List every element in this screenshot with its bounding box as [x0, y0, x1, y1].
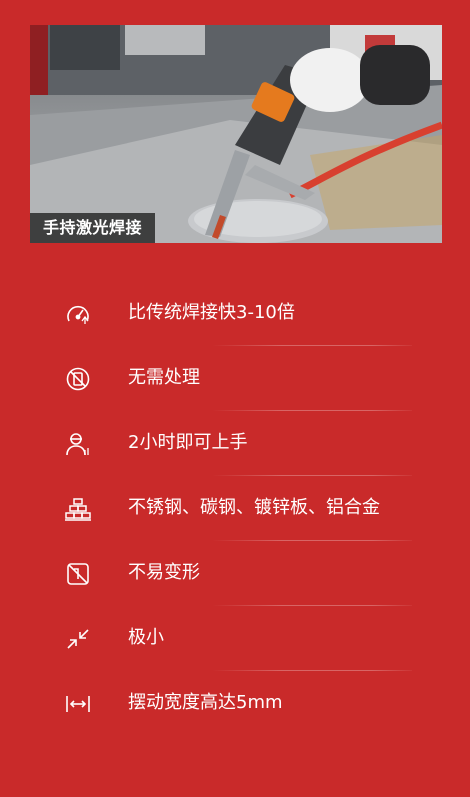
feature-label: 2小时即可上手: [128, 432, 248, 453]
speedometer-icon: [64, 301, 92, 327]
feature-item: 无需处理: [0, 346, 470, 411]
feature-list: 比传统焊接快3-10倍 无需处理 2小时即可上手 不锈钢、碳钢、镀锌板、铝合金 …: [0, 281, 470, 736]
feature-item: 摆动宽度高达5mm: [0, 671, 470, 736]
width-arrows-icon: [64, 691, 92, 717]
feature-item: 2小时即可上手: [0, 411, 470, 476]
feature-item: 比传统焊接快3-10倍: [0, 281, 470, 346]
shrink-arrows-icon: [64, 626, 92, 652]
metal-stack-icon: [64, 496, 92, 522]
feature-label: 不易变形: [128, 562, 200, 583]
hero-caption: 手持激光焊接: [30, 213, 156, 243]
no-treatment-icon: [64, 366, 92, 392]
feature-label: 摆动宽度高达5mm: [128, 692, 283, 713]
worker-icon: [64, 431, 92, 457]
feature-label: 极小: [128, 627, 164, 648]
feature-item: 不易变形: [0, 541, 470, 606]
welding-scene-image: [30, 25, 442, 243]
feature-item: 不锈钢、碳钢、镀锌板、铝合金: [0, 476, 470, 541]
feature-item: 极小: [0, 606, 470, 671]
no-deform-icon: [64, 561, 92, 587]
feature-label: 比传统焊接快3-10倍: [128, 302, 295, 323]
feature-label: 无需处理: [128, 367, 200, 388]
feature-label: 不锈钢、碳钢、镀锌板、铝合金: [128, 497, 380, 518]
hero-photo: 手持激光焊接: [30, 25, 442, 243]
